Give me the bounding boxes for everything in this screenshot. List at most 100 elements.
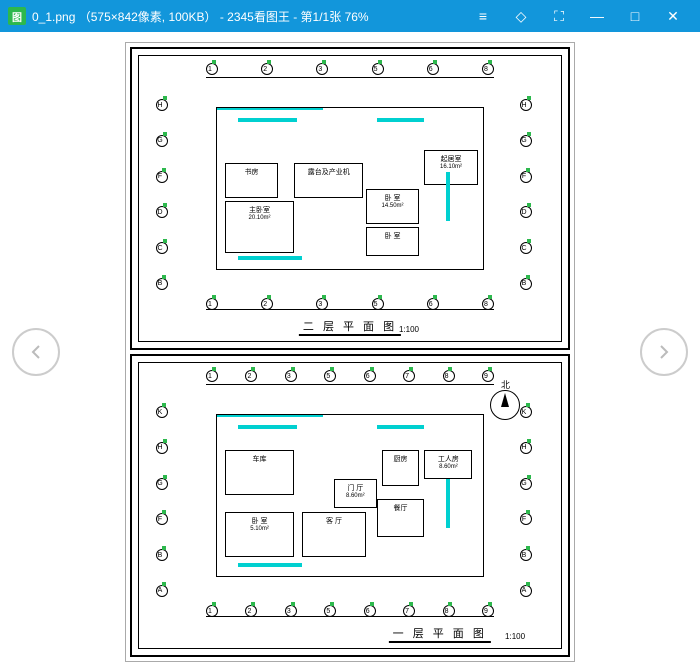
grid-bubble: H — [156, 99, 168, 111]
fullscreen-button[interactable]: ⛶ — [540, 0, 578, 32]
drawing-floor2: 1 2 3 5 6 8 H G F D C B H G F D C B 书房主卧室20.10m²露台及产业机卧… — [130, 47, 570, 350]
room: 客 厅 — [302, 512, 366, 557]
room: 卧 室5.10m² — [225, 512, 294, 557]
app-icon: 图 — [8, 7, 26, 25]
maximize-button[interactable]: □ — [616, 0, 654, 32]
grid-bubble: H — [520, 99, 532, 111]
grid-bubble: G — [156, 478, 168, 490]
room: 工人房8.60m² — [424, 450, 472, 479]
grid-cols-bottom: 123568 — [206, 298, 494, 324]
grid-bubble: 8 — [482, 298, 494, 310]
drawing-scale: 1:100 — [505, 632, 525, 641]
building-outline: 书房主卧室20.10m²露台及产业机卧 室14.50m² 卧 室 起居室16.10m… — [216, 107, 484, 270]
room: 门 厅8.60m² — [334, 479, 377, 508]
grid-bubble: G — [156, 135, 168, 147]
grid-bubble: 5 — [324, 370, 336, 382]
grid-bubble: F — [520, 171, 532, 183]
grid-bubble: B — [520, 549, 532, 561]
building-outline: 车库卧 室5.10m²客 厅 门 厅8.60m²餐厅 厨房工人房8.60m² — [216, 414, 484, 577]
chevron-right-icon — [656, 344, 672, 360]
grid-bubble: A — [520, 585, 532, 597]
close-button[interactable]: ✕ — [654, 0, 692, 32]
grid-rows-left: H G F D C B — [156, 99, 180, 290]
grid-bubble: B — [156, 278, 168, 290]
grid-rows-left: K H G F B A — [156, 406, 180, 597]
grid-rows-right: K H G F B A — [520, 406, 544, 597]
window-title: 0_1.png （575×842像素, 100KB） - 2345看图王 - 第… — [32, 8, 464, 25]
grid-bubble: 6 — [427, 298, 439, 310]
room: 起居室16.10m² — [424, 150, 477, 185]
drawing-floor1: 1 2 3 5 6 7 8 9 北 K H G F B A K H G F B A 车库卧 室5.10m²客 厅 门… — [130, 354, 570, 657]
prev-image-button[interactable] — [12, 328, 60, 376]
grid-bubble: 6 — [364, 370, 376, 382]
grid-bubble: 5 — [324, 605, 336, 617]
room: 餐厅 — [377, 499, 425, 538]
room: 书房 — [225, 163, 278, 198]
grid-bubble: B — [156, 549, 168, 561]
image-viewer: 123568 HGFDCB HGFDCB 书房主卧室20.10m²露台及产业机卧… — [0, 32, 700, 672]
grid-bubble: G — [520, 135, 532, 147]
drawing-title: 一 层 平 面 图 — [389, 625, 491, 643]
grid-bubble: H — [520, 442, 532, 454]
grid-bubble: 3 — [316, 63, 328, 75]
grid-bubble: C — [520, 242, 532, 254]
north-compass-icon — [490, 390, 520, 420]
grid-bubble: 2 — [261, 63, 273, 75]
dim-line — [206, 616, 494, 617]
grid-bubble: 5 — [372, 63, 384, 75]
grid-bubble: A — [156, 585, 168, 597]
menu-button[interactable]: ≡ — [464, 0, 502, 32]
dim-line — [206, 384, 494, 385]
room: 车库 — [225, 450, 294, 495]
grid-bubble: F — [156, 171, 168, 183]
dim-line — [206, 77, 494, 78]
grid-bubble: F — [520, 513, 532, 525]
grid-bubble: 8 — [443, 370, 455, 382]
grid-bubble: 5 — [372, 298, 384, 310]
grid-rows-right: H G F D C B — [520, 99, 544, 290]
grid-bubble: 7 — [403, 370, 415, 382]
grid-bubble: 3 — [285, 605, 297, 617]
dim-line — [206, 309, 494, 310]
grid-bubble: H — [156, 442, 168, 454]
titlebar: 图 0_1.png （575×842像素, 100KB） - 2345看图王 -… — [0, 0, 700, 32]
grid-bubble: D — [520, 206, 532, 218]
grid-cols-top: 1 2 3 5 6 8 — [206, 63, 494, 89]
grid-bubble: 8 — [443, 605, 455, 617]
grid-bubble: 9 — [482, 370, 494, 382]
grid-bubble: B — [520, 278, 532, 290]
pin-button[interactable]: ◇ — [502, 0, 540, 32]
grid-cols-bottom: 1 2 3 5 6 7 8 9 — [206, 605, 494, 631]
displayed-image: 123568 HGFDCB HGFDCB 书房主卧室20.10m²露台及产业机卧… — [125, 42, 575, 662]
grid-bubble: G — [520, 478, 532, 490]
room: 露台及产业机 — [294, 163, 363, 198]
room: 主卧室20.10m² — [225, 201, 294, 253]
chevron-left-icon — [28, 344, 44, 360]
grid-cols-top: 12356789 — [206, 370, 494, 396]
grid-bubble: 9 — [482, 605, 494, 617]
room: 厨房 — [382, 450, 419, 485]
grid-bubble: 1 — [206, 370, 218, 382]
room: 卧 室14.50m² — [366, 189, 419, 224]
grid-bubble: 7 — [403, 605, 415, 617]
grid-bubble: 6 — [364, 605, 376, 617]
grid-bubble: 2 — [261, 298, 273, 310]
grid-bubble: 1 — [206, 63, 218, 75]
grid-bubble: K — [156, 406, 168, 418]
minimize-button[interactable]: — — [578, 0, 616, 32]
grid-bubble: 8 — [482, 63, 494, 75]
next-image-button[interactable] — [640, 328, 688, 376]
grid-bubble: 3 — [316, 298, 328, 310]
room: 卧 室 — [366, 227, 419, 256]
grid-bubble: C — [156, 242, 168, 254]
grid-bubble: F — [156, 513, 168, 525]
grid-bubble: 2 — [245, 370, 257, 382]
grid-bubble: K — [520, 406, 532, 418]
grid-bubble: 2 — [245, 605, 257, 617]
drawing-scale: 1:100 — [399, 325, 419, 334]
window-controls: ≡ ◇ ⛶ — □ ✕ — [464, 0, 692, 32]
compass-label: 北 — [501, 378, 510, 391]
grid-bubble: D — [156, 206, 168, 218]
grid-bubble: 6 — [427, 63, 439, 75]
grid-bubble: 1 — [206, 605, 218, 617]
